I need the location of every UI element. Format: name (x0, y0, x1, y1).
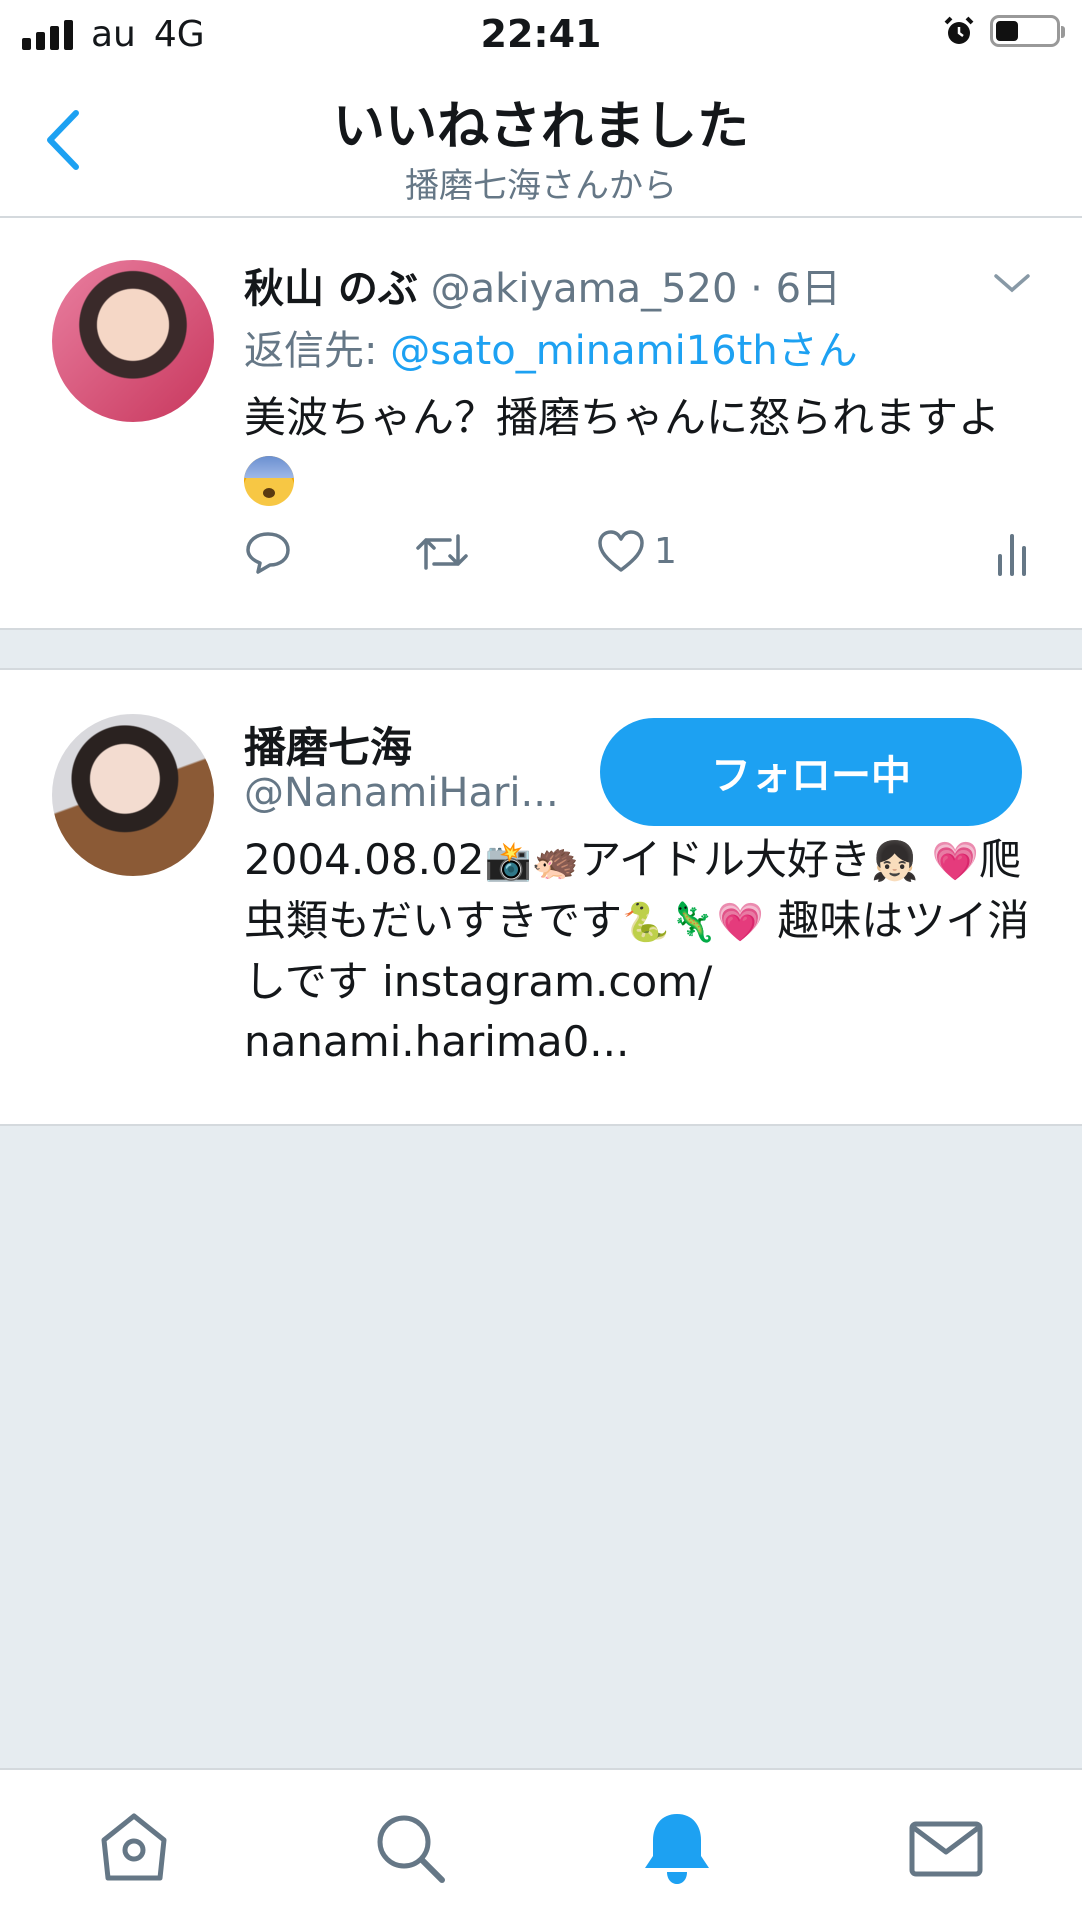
fearful-face-icon (244, 455, 294, 506)
user-name[interactable]: 播磨七海 (244, 714, 412, 775)
user-handle: @NanamiHari... (244, 770, 559, 816)
reply-target-link[interactable]: @sato_minami16thさん (390, 328, 857, 374)
tweet-text: 美波ちゃん？播磨ちゃんに怒られますよ (244, 388, 1024, 508)
search-icon[interactable] (370, 1808, 450, 1888)
home-icon[interactable] (94, 1808, 174, 1888)
like-count: 1 (654, 530, 677, 572)
analytics-icon (998, 534, 1026, 576)
analytics-button[interactable] (992, 528, 1032, 576)
reply-line: 返信先: @sato_minami16thさん (244, 318, 858, 376)
avatar[interactable] (52, 714, 214, 876)
tweet-age: 6日 (775, 266, 842, 312)
heart-pink-icon: 💗 (716, 900, 764, 944)
alarm-icon (944, 16, 974, 44)
tab-bar (0, 1768, 1082, 1920)
tweet-actions: 1 (244, 528, 1034, 588)
bio-idol: アイドル大好き (579, 835, 872, 884)
heart-pink-icon: 💗 (931, 839, 980, 883)
messages-icon[interactable] (906, 1808, 986, 1888)
battery-icon (990, 15, 1065, 47)
separator: · (750, 266, 763, 312)
user-bio: 2004.08.02📸🦔アイドル大好き👧🏻 💗爬虫類もだいすきです🐍🦎💗 趣味は… (244, 830, 1034, 1072)
hedgehog-icon: 🦔 (531, 839, 580, 883)
reply-button[interactable] (244, 528, 292, 576)
camera-flash-icon: 📸 (484, 839, 532, 883)
reply-prefix: 返信先: (244, 328, 378, 374)
avatar[interactable] (52, 260, 214, 422)
author-name[interactable]: 秋山 のぶ (244, 266, 418, 312)
status-right (942, 14, 1065, 48)
notifications-bell-icon[interactable] (637, 1808, 717, 1888)
status-bar: au 4G 22:41 (0, 0, 1082, 70)
bio-date: 2004.08.02 (244, 835, 485, 884)
like-button[interactable]: 1 (596, 528, 677, 574)
snake-icon: 🐍 (622, 900, 670, 944)
tweet-author-line: 秋山 のぶ @akiyama_520 · 6日 (244, 256, 841, 314)
reply-icon (246, 532, 290, 574)
status-time: 22:41 (480, 12, 602, 56)
retweet-button[interactable] (414, 528, 470, 576)
author-handle: @akiyama_520 (430, 266, 738, 312)
girl-icon: 👧🏻 (871, 839, 919, 883)
retweet-icon (416, 534, 468, 570)
heart-icon (598, 530, 644, 572)
lizard-icon: 🦎 (669, 900, 717, 944)
chevron-down-icon[interactable] (990, 268, 1034, 298)
page-subtitle: 播磨七海さんから (405, 166, 677, 206)
user-card[interactable]: 播磨七海 @NanamiHari... フォロー中 2004.08.02📸🦔アイ… (0, 668, 1082, 1126)
tweet-card[interactable]: 秋山 のぶ @akiyama_520 · 6日 返信先: @sato_minam… (0, 218, 1082, 630)
page-title: いいねされました (332, 97, 749, 157)
tweet-body: 美波ちゃん？播磨ちゃんに怒られますよ (244, 393, 1001, 442)
following-button[interactable]: フォロー中 (600, 718, 1022, 826)
nav-header: いいねされました 播磨七海さんから (0, 70, 1082, 218)
